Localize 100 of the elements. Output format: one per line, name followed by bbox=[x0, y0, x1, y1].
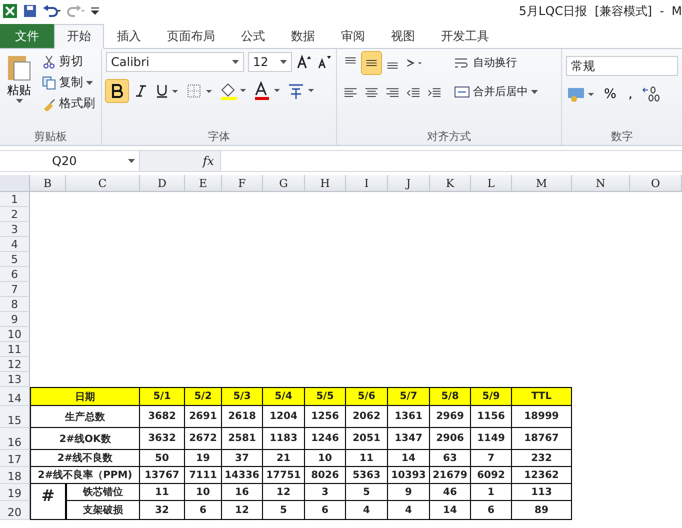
ribbon-tab[interactable]: 文件 bbox=[0, 24, 54, 48]
paste-button[interactable]: 粘贴 bbox=[4, 52, 34, 129]
column-header[interactable]: L bbox=[471, 175, 512, 192]
dropdown-arrow-icon[interactable] bbox=[128, 159, 135, 163]
fill-color-icon[interactable] bbox=[218, 81, 248, 101]
dropdown-arrow-icon bbox=[86, 80, 93, 84]
column-header[interactable]: C bbox=[66, 175, 140, 192]
format-painter-button[interactable]: 格式刷 bbox=[40, 94, 97, 113]
column-header[interactable]: G bbox=[263, 175, 305, 192]
table-cell: 2969 bbox=[430, 406, 471, 428]
row-header[interactable]: 11 bbox=[0, 342, 30, 357]
table-cell: 232 bbox=[512, 450, 572, 467]
ribbon-tab[interactable]: 开始 bbox=[54, 24, 104, 49]
row-header[interactable]: 6 bbox=[0, 267, 30, 282]
dropdown-arrow-icon[interactable] bbox=[232, 60, 239, 64]
shrink-font-icon[interactable] bbox=[316, 54, 332, 70]
table-cell: 8026 bbox=[305, 467, 346, 484]
ribbon-tab[interactable]: 视图 bbox=[378, 24, 428, 48]
column-header[interactable]: K bbox=[430, 175, 471, 192]
row-header[interactable]: 2 bbox=[0, 207, 30, 222]
comma-style-button[interactable]: , bbox=[624, 86, 636, 102]
table-cell: 21679 bbox=[430, 467, 471, 484]
table-cell: 1361 bbox=[388, 406, 430, 428]
table-cell: 11 bbox=[346, 450, 388, 467]
row-header[interactable]: 20 bbox=[0, 501, 30, 520]
dropdown-arrow-icon bbox=[531, 90, 538, 94]
column-header[interactable]: B bbox=[30, 175, 66, 192]
row-header[interactable]: 9 bbox=[0, 312, 30, 327]
row-header[interactable]: 15 bbox=[0, 406, 30, 428]
cut-button[interactable]: 剪切 bbox=[40, 52, 97, 71]
undo-icon[interactable] bbox=[42, 3, 62, 19]
column-header[interactable]: J bbox=[388, 175, 430, 192]
table-header-cell: TTL bbox=[512, 387, 572, 406]
row-header[interactable]: 19 bbox=[0, 484, 30, 501]
column-header[interactable]: F bbox=[222, 175, 263, 192]
table-cell: 14 bbox=[388, 450, 430, 467]
table-cell: 6 bbox=[305, 501, 346, 520]
merge-center-button[interactable]: 合并后居中 bbox=[452, 83, 540, 100]
row-header[interactable]: 4 bbox=[0, 237, 30, 252]
table-cell: 2051 bbox=[346, 428, 388, 450]
ribbon-tab[interactable]: 页面布局 bbox=[154, 24, 228, 48]
column-header[interactable]: D bbox=[140, 175, 185, 192]
table-cell: 3 bbox=[305, 484, 346, 501]
row-header[interactable]: 16 bbox=[0, 428, 30, 450]
percent-button[interactable]: % bbox=[600, 86, 620, 102]
column-header[interactable]: I bbox=[346, 175, 388, 192]
increase-decimal-icon[interactable] bbox=[640, 84, 660, 104]
table-cell: 1149 bbox=[471, 428, 512, 450]
ribbon-tab[interactable]: 插入 bbox=[104, 24, 154, 48]
table-cell: 1246 bbox=[305, 428, 346, 450]
ribbon-tab[interactable]: 数据 bbox=[278, 24, 328, 48]
table-header-cell: 5/2 bbox=[185, 387, 222, 406]
table-cell: 4 bbox=[388, 501, 430, 520]
ribbon-tab[interactable]: 开发工具 bbox=[428, 24, 502, 48]
row-header[interactable]: 5 bbox=[0, 252, 30, 267]
row-header[interactable]: 12 bbox=[0, 357, 30, 372]
column-header[interactable]: H bbox=[305, 175, 346, 192]
dropdown-arrow-icon[interactable] bbox=[280, 60, 287, 64]
row-header[interactable]: 8 bbox=[0, 297, 30, 312]
ribbon-tab[interactable]: 审阅 bbox=[328, 24, 378, 48]
font-size-field[interactable]: 12 bbox=[248, 52, 292, 72]
grow-font-icon[interactable] bbox=[296, 54, 312, 70]
table-cell: 12 bbox=[263, 484, 305, 501]
group-label: 数字 bbox=[610, 129, 634, 145]
row-header[interactable]: 13 bbox=[0, 372, 30, 387]
bold-icon[interactable] bbox=[106, 80, 128, 102]
wrap-text-button[interactable]: 自动换行 bbox=[452, 54, 540, 71]
ribbon-tab[interactable]: 公式 bbox=[228, 24, 278, 48]
row-header[interactable]: 14 bbox=[0, 387, 30, 406]
row-header[interactable]: 17 bbox=[0, 450, 30, 467]
row-header[interactable]: 10 bbox=[0, 327, 30, 342]
table-cell: 生产总数 bbox=[30, 406, 140, 428]
column-header[interactable]: M bbox=[512, 175, 572, 192]
row-header[interactable]: 18 bbox=[0, 467, 30, 484]
font-color-icon[interactable] bbox=[252, 81, 282, 101]
table-cell: 2#线OK数 bbox=[30, 428, 140, 450]
table-cell: 19 bbox=[185, 450, 222, 467]
copy-icon bbox=[42, 76, 56, 90]
column-header[interactable]: N bbox=[572, 175, 630, 192]
number-format-field[interactable]: 常规 bbox=[566, 56, 678, 76]
row-header[interactable]: 1 bbox=[0, 192, 30, 207]
row-header[interactable]: 7 bbox=[0, 282, 30, 297]
table-cell: 89 bbox=[512, 501, 572, 520]
insert-function-button[interactable]: fx bbox=[202, 154, 214, 168]
table-cell: 46 bbox=[430, 484, 471, 501]
table-cell: 4 bbox=[346, 501, 388, 520]
column-header[interactable]: O bbox=[630, 175, 682, 192]
table-cell: 2#线不良数 bbox=[30, 450, 140, 467]
table-cell: 10 bbox=[185, 484, 222, 501]
row-header[interactable]: 3 bbox=[0, 222, 30, 237]
copy-button[interactable]: 复制 bbox=[40, 73, 97, 92]
wrap-text-icon bbox=[454, 56, 470, 70]
table-cell: 2672 bbox=[185, 428, 222, 450]
font-name-field[interactable]: Calibri bbox=[106, 52, 244, 72]
save-icon[interactable] bbox=[22, 3, 38, 19]
middle-align-icon[interactable] bbox=[362, 52, 381, 74]
underline-icon[interactable] bbox=[154, 82, 180, 100]
table-header-cell: 5/1 bbox=[140, 387, 185, 406]
spreadsheet-logo-icon[interactable] bbox=[2, 3, 18, 19]
column-header[interactable]: E bbox=[185, 175, 222, 192]
